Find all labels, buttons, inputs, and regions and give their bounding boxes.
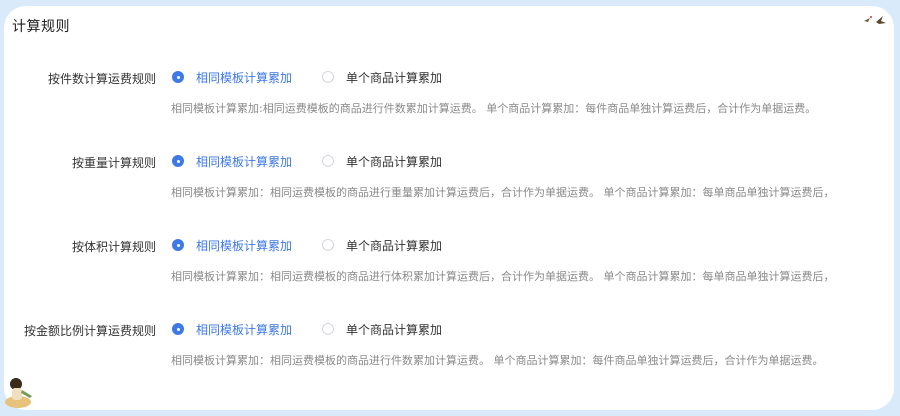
rule-description: 相同模板计算累加：相同运费模板的商品进行件数累加计算运费。 单个商品计算累加：每… xyxy=(171,354,824,367)
rule-row-amount-ratio: 按金额比例计算运费规则 相同模板计算累加 单个商品计算累加 相同模板计算累加：相… xyxy=(4,318,894,378)
rule-row-volume: 按体积计算规则 相同模板计算累加 单个商品计算累加 相同模板计算累加：相同运费模… xyxy=(4,234,894,294)
radio-unchecked-icon[interactable] xyxy=(322,155,334,167)
rule-row-piece: 按件数计算运费规则 相同模板计算累加 单个商品计算累加 相同模板计算累加:相同运… xyxy=(4,66,894,126)
radio-option-label: 相同模板计算累加 xyxy=(196,70,293,85)
section-title: 计算规则 xyxy=(12,19,70,35)
bird-decoration-icon xyxy=(864,16,886,24)
radio-option-label: 相同模板计算累加 xyxy=(196,154,293,169)
radio-option-label: 相同模板计算累加 xyxy=(196,322,293,337)
rule-row-weight: 按重量计算规则 相同模板计算累加 单个商品计算累加 相同模板计算累加：相同运费模… xyxy=(4,150,894,210)
radio-option-same-template[interactable]: 相同模板计算累加 xyxy=(172,320,292,338)
rule-description: 相同模板计算累加：相同运费模板的商品进行重量累加计算运费后，合计作为单据运费。 … xyxy=(171,186,835,199)
radio-option-single-item[interactable]: 单个商品计算累加 xyxy=(322,320,442,338)
rule-description: 相同模板计算累加:相同运费模板的商品进行件数累加计算运费。 单个商品计算累加：每… xyxy=(171,102,817,115)
radio-option-same-template[interactable]: 相同模板计算累加 xyxy=(172,236,292,254)
settings-card: 计算规则 按件数计算运费规则 相同模板计算累加 单个商品计算累加 相同模板计算累… xyxy=(4,6,894,410)
radio-option-single-item[interactable]: 单个商品计算累加 xyxy=(322,152,442,170)
radio-option-single-item[interactable]: 单个商品计算累加 xyxy=(322,68,442,86)
radio-checked-icon[interactable] xyxy=(172,71,184,83)
rule-description: 相同模板计算累加：相同运费模板的商品进行体积累加计算运费后，合计作为单据运费。 … xyxy=(171,270,835,283)
radio-checked-icon[interactable] xyxy=(172,323,184,335)
rule-label: 按体积计算规则 xyxy=(71,240,156,254)
radio-checked-icon[interactable] xyxy=(172,239,184,251)
radio-option-label: 单个商品计算累加 xyxy=(346,238,443,253)
radio-option-same-template[interactable]: 相同模板计算累加 xyxy=(172,68,292,86)
radio-option-label: 单个商品计算累加 xyxy=(346,154,443,169)
rule-label: 按重量计算规则 xyxy=(71,156,156,170)
radio-unchecked-icon[interactable] xyxy=(322,239,334,251)
rule-label: 按件数计算运费规则 xyxy=(47,72,156,86)
radio-option-label: 单个商品计算累加 xyxy=(346,322,443,337)
radio-unchecked-icon[interactable] xyxy=(322,71,334,83)
radio-option-label: 单个商品计算累加 xyxy=(346,70,443,85)
rule-label: 按金额比例计算运费规则 xyxy=(23,324,156,338)
character-decoration-icon xyxy=(5,378,32,408)
radio-unchecked-icon[interactable] xyxy=(322,323,334,335)
radio-option-single-item[interactable]: 单个商品计算累加 xyxy=(322,236,442,254)
radio-checked-icon[interactable] xyxy=(172,155,184,167)
radio-option-same-template[interactable]: 相同模板计算累加 xyxy=(172,152,292,170)
radio-option-label: 相同模板计算累加 xyxy=(196,238,293,253)
